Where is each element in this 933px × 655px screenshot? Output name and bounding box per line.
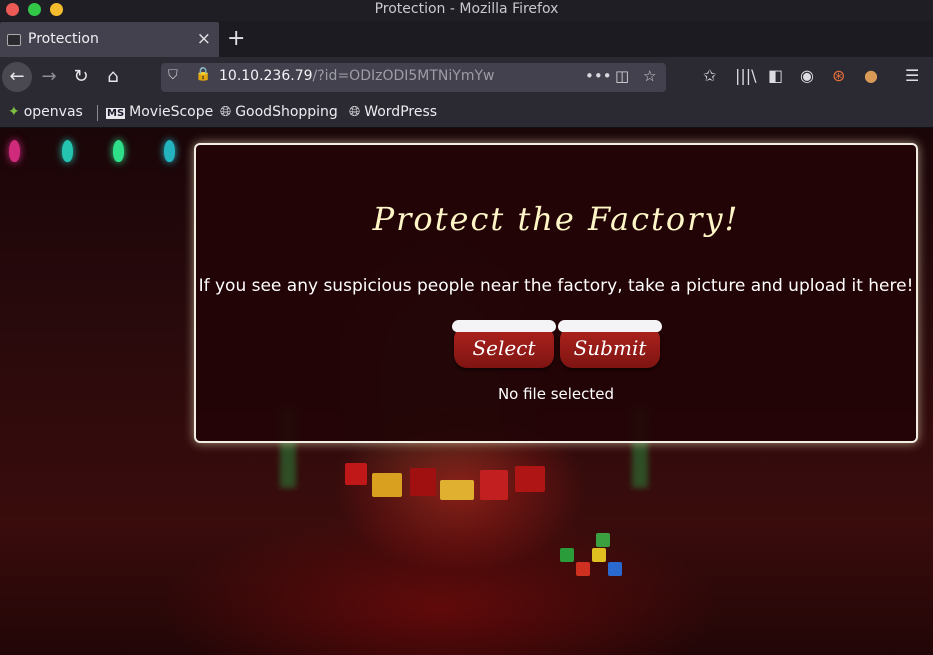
toy-block [608, 562, 622, 576]
pocket-icon[interactable]: ◫ [615, 67, 629, 85]
select-file-button[interactable]: Select [452, 320, 556, 368]
insecure-lock-icon[interactable]: 🔒 [195, 67, 211, 82]
reader-star-icon[interactable]: ✩ [703, 66, 716, 85]
account-icon[interactable]: ◉ [800, 66, 814, 85]
url-host: 10.10.236.79 [219, 68, 313, 84]
tracking-protection-shield-icon[interactable]: ⛉ [168, 68, 178, 83]
bookmarks-toolbar: ✦ openvas MS MovieScope 🌐︎ GoodShopping 🌐︎ W… [0, 97, 933, 128]
upload-dialog: Protect the Factory! If you see any susp… [194, 143, 918, 443]
navigation-toolbar: ← → ↻ ⌂ ⛉ 🔒 10.10.236.79/?id=ODIzODI5MTN… [0, 57, 933, 97]
snow-cap-decoration [558, 320, 662, 332]
bookmark-goodshopping[interactable]: 🌐︎ GoodShopping [220, 104, 338, 120]
reload-button[interactable]: ↻ [66, 62, 96, 92]
bookmark-moviescope[interactable]: MS MovieScope [106, 104, 213, 120]
menu-icon[interactable]: ☰ [905, 66, 919, 85]
bookmark-separator [97, 105, 98, 121]
close-tab-icon[interactable]: × [197, 29, 211, 49]
window-title: Protection - Mozilla Firefox [374, 1, 559, 17]
page-content: Protect the Factory! If you see any susp… [0, 128, 933, 655]
back-button[interactable]: ← [2, 62, 32, 92]
window-titlebar: Protection - Mozilla Firefox [0, 0, 933, 21]
file-status-text: No file selected [497, 385, 615, 403]
library-icon[interactable]: |||\ [735, 66, 757, 85]
forward-button[interactable]: → [34, 62, 64, 92]
bookmark-label: openvas [23, 104, 83, 120]
christmas-light [62, 140, 73, 162]
christmas-light [9, 140, 20, 162]
ms-icon: MS [106, 108, 126, 119]
christmas-light [164, 140, 175, 162]
tab-title: Protection [28, 31, 99, 47]
cookie-icon[interactable]: ● [864, 66, 878, 85]
globe-icon: 🌐︎ [349, 104, 361, 120]
sidebar-icon[interactable]: ◧ [768, 66, 783, 85]
gift-box [440, 480, 474, 500]
toy-block [592, 548, 606, 562]
bookmark-star-icon[interactable]: ☆ [643, 67, 656, 85]
bookmark-label: GoodShopping [235, 104, 338, 120]
toy-block [576, 562, 590, 576]
bookmark-label: WordPress [364, 104, 438, 120]
openvas-icon: ✦ [8, 104, 20, 120]
gift-box [410, 468, 436, 496]
bookmark-openvas[interactable]: ✦ openvas [8, 104, 83, 120]
christmas-light [113, 140, 124, 162]
bookmark-wordpress[interactable]: 🌐︎ WordPress [349, 104, 437, 120]
extension-icon[interactable]: ⊛ [832, 66, 845, 85]
home-button[interactable]: ⌂ [98, 62, 128, 92]
page-favicon-icon [7, 34, 21, 46]
globe-icon: 🌐︎ [220, 104, 232, 120]
toy-block [596, 533, 610, 547]
new-tab-button[interactable]: + [227, 26, 245, 51]
tab-strip: Protection × + [0, 21, 933, 57]
url-path: /?id=ODIzODI5MTNiYmYw [312, 68, 495, 84]
upload-description: If you see any suspicious people near th… [198, 276, 914, 296]
gift-box [515, 466, 545, 492]
tab-protection[interactable]: Protection × [0, 22, 219, 57]
page-actions-icon[interactable]: ••• [585, 67, 612, 85]
page-heading: Protect the Factory! [372, 200, 740, 238]
url-text[interactable]: 10.10.236.79/?id=ODIzODI5MTNiYmYw [219, 68, 494, 84]
toy-block [560, 548, 574, 562]
submit-button[interactable]: Submit [558, 320, 662, 368]
select-button-label: Select [472, 336, 536, 360]
url-bar[interactable]: ⛉ 🔒 10.10.236.79/?id=ODIzODI5MTNiYmYw ••… [161, 63, 666, 92]
snow-cap-decoration [452, 320, 556, 332]
gift-box [372, 473, 402, 497]
submit-button-label: Submit [573, 336, 647, 360]
gift-box [480, 470, 508, 500]
gift-box [345, 463, 367, 485]
bookmark-label: MovieScope [129, 104, 214, 120]
